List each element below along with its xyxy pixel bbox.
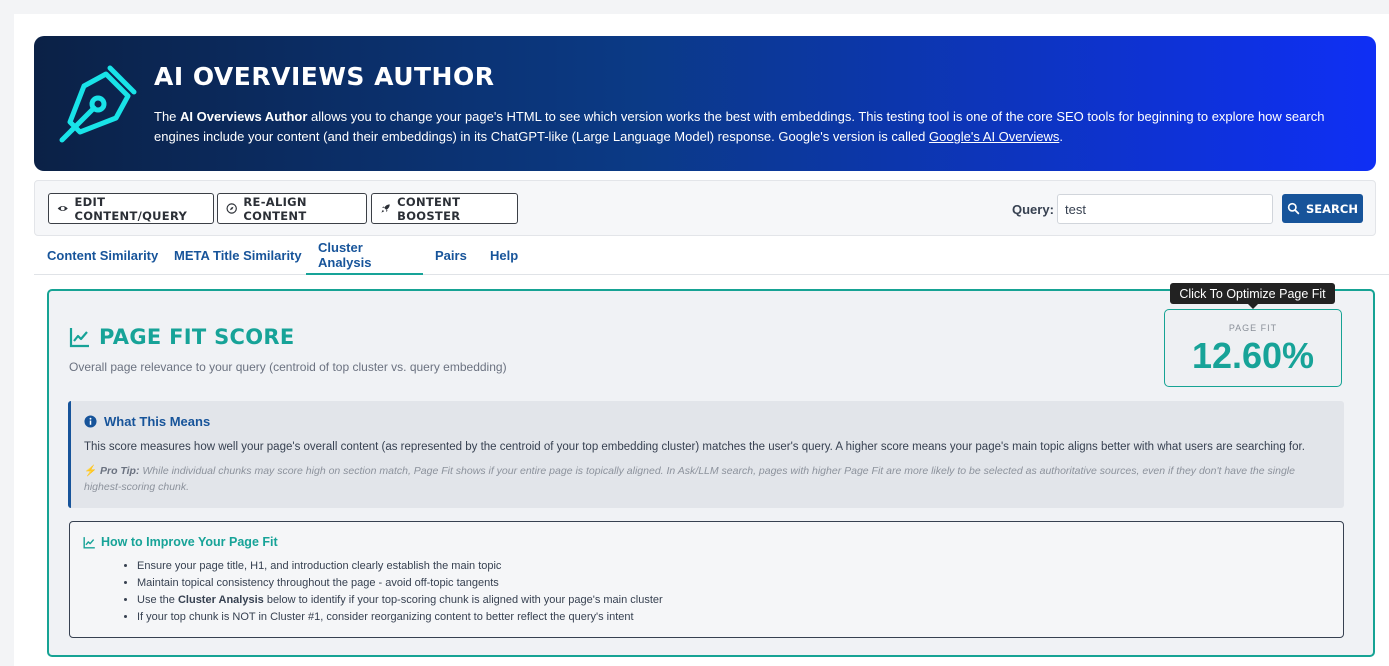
list-item: Maintain topical consistency throughout … <box>137 575 663 592</box>
improve-panel: How to Improve Your Page Fit Ensure your… <box>69 521 1344 638</box>
app-description: The AI Overviews Author allows you to ch… <box>154 107 1344 147</box>
info-icon <box>84 415 97 428</box>
re-align-content-button[interactable]: RE-ALIGN CONTENT <box>217 193 367 224</box>
page-fit-title-text: PAGE FIT SCORE <box>99 325 295 349</box>
list-item-bold: Cluster Analysis <box>177 594 264 606</box>
google-ai-overviews-link[interactable]: Google's AI Overviews <box>929 129 1059 144</box>
app-title: AI OVERVIEWS AUTHOR <box>154 62 495 91</box>
chart-line-icon <box>83 536 95 549</box>
edit-content-label: EDIT CONTENT/QUERY <box>74 194 188 223</box>
optimize-tooltip: Click To Optimize Page Fit <box>1170 283 1335 309</box>
list-item: Ensure your page title, H1, and introduc… <box>137 558 663 575</box>
improve-heading: How to Improve Your Page Fit <box>83 535 278 549</box>
page-container: AI OVERVIEWS AUTHOR The AI Overviews Aut… <box>14 14 1389 666</box>
search-icon <box>1287 202 1300 215</box>
list-item-text: Use the <box>137 594 178 606</box>
info-title: What This Means <box>104 414 211 429</box>
lightning-icon: ⚡ <box>84 465 98 477</box>
rocket-icon <box>381 204 390 213</box>
improve-title: How to Improve Your Page Fit <box>101 535 278 549</box>
list-item: Use the Cluster Analysis below to identi… <box>137 592 663 609</box>
toolbar: EDIT CONTENT/QUERY RE-ALIGN CONTENT CONT… <box>34 180 1376 236</box>
content-booster-label: CONTENT BOOSTER <box>397 194 461 223</box>
search-label: SEARCH <box>1306 201 1358 216</box>
eye-icon <box>57 205 68 212</box>
desc-bold: AI Overviews Author <box>180 109 308 124</box>
page-fit-label: PAGE FIT <box>1228 323 1278 333</box>
desc-text: The <box>154 109 181 124</box>
edit-content-query-button[interactable]: EDIT CONTENT/QUERY <box>48 193 214 224</box>
desc-text-2: allows you to change your page's HTML to… <box>154 109 1325 144</box>
compass-icon <box>226 203 237 214</box>
tab-help[interactable]: Help <box>478 236 530 275</box>
query-label: Query: <box>1012 202 1054 217</box>
search-button[interactable]: SEARCH <box>1282 194 1363 223</box>
content-booster-button[interactable]: CONTENT BOOSTER <box>371 193 518 224</box>
hero-banner: AI OVERVIEWS AUTHOR The AI Overviews Aut… <box>34 36 1376 171</box>
desc-end: . <box>1059 129 1063 144</box>
info-heading: What This Means <box>84 414 210 429</box>
list-item-text-2: below to identify if your top-scoring ch… <box>263 594 663 606</box>
page-fit-score-box[interactable]: PAGE FIT 12.60% <box>1164 309 1342 387</box>
tab-bar: Content Similarity META Title Similarity… <box>34 236 1389 275</box>
tab-pairs[interactable]: Pairs <box>423 236 479 275</box>
pro-tip: ⚡ Pro Tip: While individual chunks may s… <box>84 463 1334 495</box>
query-input[interactable] <box>1057 194 1273 224</box>
page-fit-value: 12.60% <box>1191 335 1315 376</box>
page-fit-subtitle: Overall page relevance to your query (ce… <box>69 360 507 374</box>
improve-list: Ensure your page title, H1, and introduc… <box>137 558 663 626</box>
list-item: If your top chunk is NOT in Cluster #1, … <box>137 609 663 626</box>
tab-meta-title-similarity[interactable]: META Title Similarity <box>162 236 314 275</box>
info-text: This score measures how well your page's… <box>84 441 1305 453</box>
pro-tip-text: While individual chunks may score high o… <box>84 465 1295 493</box>
chart-line-icon <box>69 328 89 348</box>
pro-tip-label: Pro Tip: <box>100 465 140 477</box>
fountain-pen-icon <box>59 65 137 143</box>
re-align-label: RE-ALIGN CONTENT <box>243 194 307 223</box>
tab-content-similarity[interactable]: Content Similarity <box>35 236 170 275</box>
tab-cluster-analysis[interactable]: Cluster Analysis <box>306 236 423 275</box>
what-this-means-panel: What This Means This score measures how … <box>68 401 1344 508</box>
page-fit-title: PAGE FIT SCORE <box>69 325 295 349</box>
